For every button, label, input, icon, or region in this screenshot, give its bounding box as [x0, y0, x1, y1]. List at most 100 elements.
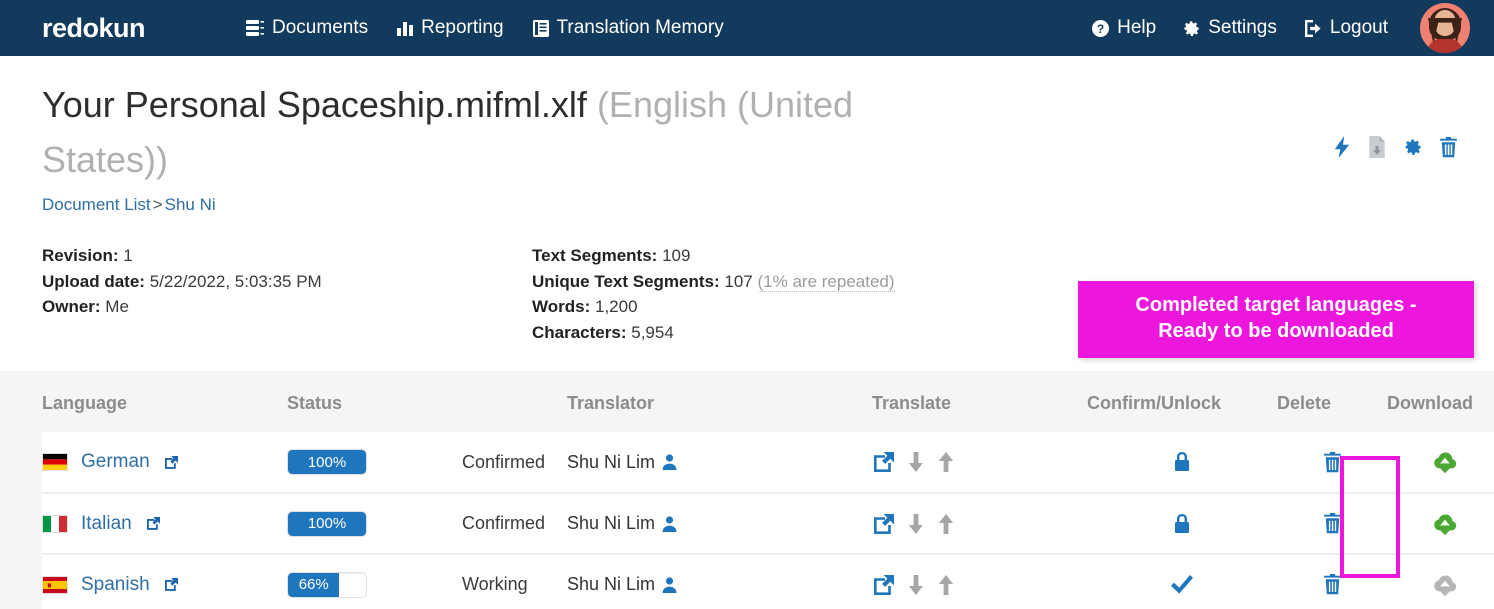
- secondary-nav: ? Help Settings Logout: [1091, 3, 1470, 53]
- external-link-icon[interactable]: [145, 517, 160, 531]
- nav-label-documents: Documents: [272, 17, 369, 38]
- brand-logo[interactable]: redokun: [42, 13, 146, 44]
- person-icon[interactable]: [662, 454, 677, 471]
- table-row: Italian 100% Confirmed Shu Ni Lim: [42, 493, 1494, 556]
- upload-revision-icon[interactable]: [1367, 136, 1387, 158]
- document-filename: Your Personal Spaceship.mifml.xlf: [42, 84, 587, 125]
- cell-translator: Shu Ni Lim: [567, 432, 872, 495]
- table-row: German 100% Confirmed Shu Ni Lim: [42, 432, 1494, 495]
- settings-gear-icon[interactable]: [1403, 137, 1423, 157]
- meta-words-value: 1,200: [594, 297, 638, 317]
- translator-name: Shu Ni Lim: [567, 451, 656, 472]
- external-link-icon[interactable]: [163, 455, 178, 469]
- meta-owner: Owner: Me: [42, 294, 532, 320]
- language-link[interactable]: Italian: [81, 513, 132, 535]
- meta-revision-label: Revision:: [42, 246, 119, 266]
- nav-item-help[interactable]: ? Help: [1091, 17, 1156, 39]
- nav-label-logout: Logout: [1329, 17, 1388, 38]
- upload-translation-icon[interactable]: [938, 513, 954, 534]
- header-download: Download: [1387, 371, 1494, 433]
- cloud-download-icon[interactable]: [1387, 451, 1494, 474]
- upload-translation-icon[interactable]: [938, 452, 954, 473]
- download-translation-icon[interactable]: [908, 574, 924, 595]
- nav-label-translation-memory: Translation Memory: [556, 17, 724, 38]
- table-header: Language Status Translator Translate Con…: [42, 371, 1494, 433]
- download-translation-icon[interactable]: [908, 513, 924, 534]
- language-link[interactable]: Spanish: [81, 574, 150, 596]
- breadcrumb: Document List > Shu Ni: [42, 195, 1452, 215]
- nav-item-translation-memory[interactable]: Translation Memory: [532, 17, 724, 39]
- header-language: Language: [42, 371, 287, 433]
- primary-nav: Documents Reporting Translation Memory: [245, 17, 724, 39]
- open-editor-icon[interactable]: [874, 513, 894, 534]
- translator-name: Shu Ni Lim: [567, 513, 656, 534]
- target-languages-table: Language Status Translator Translate Con…: [42, 371, 1494, 609]
- nav-label-help: Help: [1117, 17, 1157, 38]
- progress-bar: 100%: [287, 449, 367, 476]
- cell-confirm-unlock: [1087, 554, 1277, 609]
- callout-line-1: Completed target languages -: [1135, 294, 1417, 316]
- progress-bar: 100%: [287, 510, 367, 537]
- download-translation-icon[interactable]: [908, 452, 924, 473]
- header-status: Status: [287, 371, 462, 433]
- cell-delete: [1277, 432, 1387, 495]
- nav-item-reporting[interactable]: Reporting: [396, 17, 504, 39]
- nav-item-documents[interactable]: Documents: [245, 17, 368, 39]
- meta-repeated-note: (1% are repeated): [757, 271, 895, 292]
- cell-progress: 66%: [287, 554, 462, 609]
- meta-text-segments-label: Text Segments:: [532, 246, 658, 266]
- cell-delete: [1277, 554, 1387, 609]
- person-icon[interactable]: [662, 516, 677, 532]
- question-circle-icon: ?: [1091, 19, 1110, 38]
- trash-icon[interactable]: [1277, 574, 1387, 595]
- check-icon[interactable]: [1087, 575, 1277, 595]
- cell-translate: [872, 432, 1087, 495]
- language-link[interactable]: German: [81, 451, 150, 473]
- svg-text:?: ?: [1097, 22, 1104, 36]
- delete-document-icon[interactable]: [1439, 136, 1458, 158]
- meta-text-segments-value: 109: [662, 246, 691, 266]
- nav-label-settings: Settings: [1208, 17, 1277, 38]
- nav-item-logout[interactable]: Logout: [1303, 17, 1388, 39]
- status-text: Working: [462, 574, 528, 595]
- lock-icon[interactable]: [1087, 452, 1277, 472]
- avatar-shoulders: [1428, 39, 1462, 53]
- meta-owner-value: Me: [105, 297, 129, 317]
- meta-owner-label: Owner:: [42, 297, 101, 317]
- open-editor-icon[interactable]: [874, 452, 894, 473]
- meta-characters-label: Characters:: [532, 322, 627, 342]
- progress-fill: 100%: [288, 511, 366, 536]
- cell-translate: [872, 493, 1087, 556]
- trash-icon[interactable]: [1277, 451, 1387, 473]
- cell-translator: Shu Ni Lim: [567, 554, 872, 609]
- lock-icon[interactable]: [1087, 513, 1277, 534]
- meta-column-right: Text Segments: 109 Unique Text Segments:…: [532, 243, 895, 345]
- table-body: German 100% Confirmed Shu Ni Lim Italian 100%…: [42, 432, 1494, 609]
- header-status-label: [462, 371, 567, 433]
- meta-revision: Revision: 1: [42, 243, 532, 269]
- meta-revision-value: 1: [123, 246, 133, 266]
- cell-delete: [1277, 493, 1387, 556]
- header-confirm-unlock: Confirm/Unlock: [1087, 371, 1277, 433]
- breadcrumb-document-list[interactable]: Document List: [42, 195, 151, 214]
- upload-translation-icon[interactable]: [938, 574, 954, 595]
- meta-upload-date-label: Upload date:: [42, 271, 145, 291]
- translator-name: Shu Ni Lim: [567, 574, 656, 595]
- person-icon[interactable]: [662, 577, 677, 593]
- nav-item-settings[interactable]: Settings: [1182, 17, 1277, 39]
- meta-characters: Characters: 5,954: [532, 320, 895, 346]
- cell-status: Confirmed: [462, 493, 567, 556]
- cell-progress: 100%: [287, 493, 462, 556]
- open-editor-icon[interactable]: [874, 574, 894, 595]
- machine-translate-icon[interactable]: [1334, 136, 1351, 158]
- breadcrumb-separator: >: [152, 195, 163, 215]
- cloud-download-icon: [1387, 574, 1494, 596]
- external-link-icon[interactable]: [163, 578, 178, 592]
- cell-language: German: [42, 432, 287, 495]
- trash-icon[interactable]: [1277, 513, 1387, 534]
- header-delete: Delete: [1277, 371, 1387, 433]
- avatar[interactable]: [1420, 3, 1470, 53]
- meta-words: Words: 1,200: [532, 294, 895, 320]
- cloud-download-icon[interactable]: [1387, 513, 1494, 535]
- breadcrumb-current[interactable]: Shu Ni: [165, 195, 216, 214]
